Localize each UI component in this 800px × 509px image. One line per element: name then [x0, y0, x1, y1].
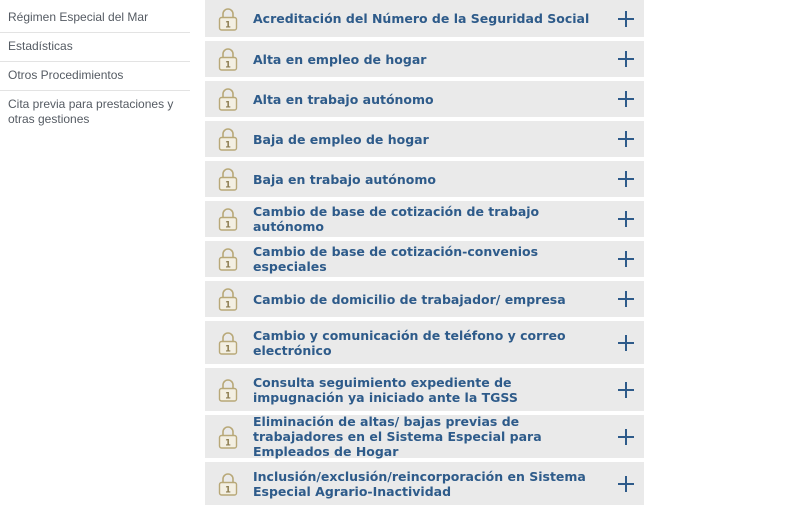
plus-icon[interactable] — [618, 334, 634, 351]
procedure-label: Cambio de base de cotización-convenios e… — [253, 244, 539, 274]
plus-icon[interactable] — [618, 381, 634, 398]
lock-icon: 1 — [218, 208, 238, 231]
plus-icon[interactable] — [618, 171, 634, 187]
lock-icon: 1 — [218, 331, 238, 355]
plus-icon[interactable] — [618, 211, 634, 227]
procedure-row[interactable]: 1 Eliminación de altas/ bajas previas de… — [205, 414, 644, 462]
procedure-row[interactable]: 1 Alta en trabajo autónomo — [205, 81, 644, 121]
svg-text:1: 1 — [225, 261, 231, 271]
plus-icon[interactable] — [618, 475, 634, 492]
procedure-label: Baja de empleo de hogar — [253, 131, 429, 147]
procedures-list: 1 Acreditación del Número de la Segurida… — [205, 0, 644, 509]
svg-text:1: 1 — [225, 141, 231, 151]
svg-text:1: 1 — [225, 391, 231, 401]
lock-icon: 1 — [218, 288, 238, 311]
procedure-label: Cambio de domicilio de trabajador/ empre… — [253, 291, 566, 307]
sidebar-item-otros-procedimientos[interactable]: Otros Procedimientos — [0, 61, 190, 90]
lock-icon: 1 — [218, 425, 238, 449]
sidebar: Régimen Especial del Mar Estadísticas Ot… — [0, 0, 190, 134]
svg-text:1: 1 — [225, 20, 231, 30]
plus-icon[interactable] — [618, 51, 634, 67]
sidebar-item-estadisticas[interactable]: Estadísticas — [0, 32, 190, 61]
lock-icon: 1 — [218, 168, 238, 191]
procedure-row[interactable]: 1 Acreditación del Número de la Segurida… — [205, 0, 644, 41]
procedure-label: Baja en trabajo autónomo — [253, 171, 436, 187]
sidebar-item-regimen-mar[interactable]: Régimen Especial del Mar — [0, 0, 190, 32]
procedure-row[interactable]: 1 Baja de empleo de hogar — [205, 121, 644, 161]
svg-text:1: 1 — [225, 221, 231, 231]
lock-icon: 1 — [218, 472, 238, 496]
procedure-row[interactable]: 1 Alta en empleo de hogar — [205, 41, 644, 81]
procedure-label: Consulta seguimiento expediente de impug… — [253, 374, 518, 405]
procedure-row[interactable]: 1 Cambio y comunicación de teléfono y co… — [205, 321, 644, 368]
svg-text:1: 1 — [225, 301, 231, 311]
plus-icon[interactable] — [618, 10, 634, 27]
procedure-label: Alta en empleo de hogar — [253, 51, 427, 67]
procedure-row[interactable]: 1 Cambio de base de cotización-convenios… — [205, 241, 644, 281]
svg-text:1: 1 — [225, 61, 231, 71]
procedure-row[interactable]: 1 Baja en trabajo autónomo — [205, 161, 644, 201]
lock-icon: 1 — [218, 378, 238, 402]
svg-text:1: 1 — [225, 181, 231, 191]
plus-icon[interactable] — [618, 91, 634, 107]
procedure-label: Cambio y comunicación de teléfono y corr… — [253, 327, 566, 358]
plus-icon[interactable] — [618, 131, 634, 147]
lock-icon: 1 — [218, 128, 238, 151]
lock-icon: 1 — [218, 7, 238, 31]
procedure-row[interactable]: 1 Cambio de domicilio de trabajador/ emp… — [205, 281, 644, 321]
svg-text:1: 1 — [225, 101, 231, 111]
procedure-label: Cambio de base de cotización de trabajo … — [253, 204, 540, 234]
lock-icon: 1 — [218, 88, 238, 111]
procedure-label: Alta en trabajo autónomo — [253, 91, 434, 107]
procedure-row[interactable]: 1 Cambio de base de cotización de trabaj… — [205, 201, 644, 241]
procedure-label: Eliminación de altas/ bajas previas de t… — [253, 414, 542, 459]
svg-text:1: 1 — [225, 344, 231, 354]
sidebar-item-cita-previa[interactable]: Cita previa para prestaciones y otras ge… — [0, 90, 190, 134]
plus-icon[interactable] — [618, 428, 634, 445]
lock-icon: 1 — [218, 248, 238, 271]
procedure-label: Acreditación del Número de la Seguridad … — [253, 11, 590, 26]
procedure-row[interactable]: 1 Consulta seguimiento expediente de imp… — [205, 368, 644, 415]
plus-icon[interactable] — [618, 251, 634, 267]
procedure-label: Inclusión/exclusión/reincorporación en S… — [253, 468, 586, 499]
procedure-row[interactable]: 1 Inclusión/exclusión/reincorporación en… — [205, 462, 644, 509]
plus-icon[interactable] — [618, 291, 634, 307]
svg-text:1: 1 — [225, 485, 231, 495]
svg-text:1: 1 — [225, 438, 231, 448]
lock-icon: 1 — [218, 48, 238, 71]
